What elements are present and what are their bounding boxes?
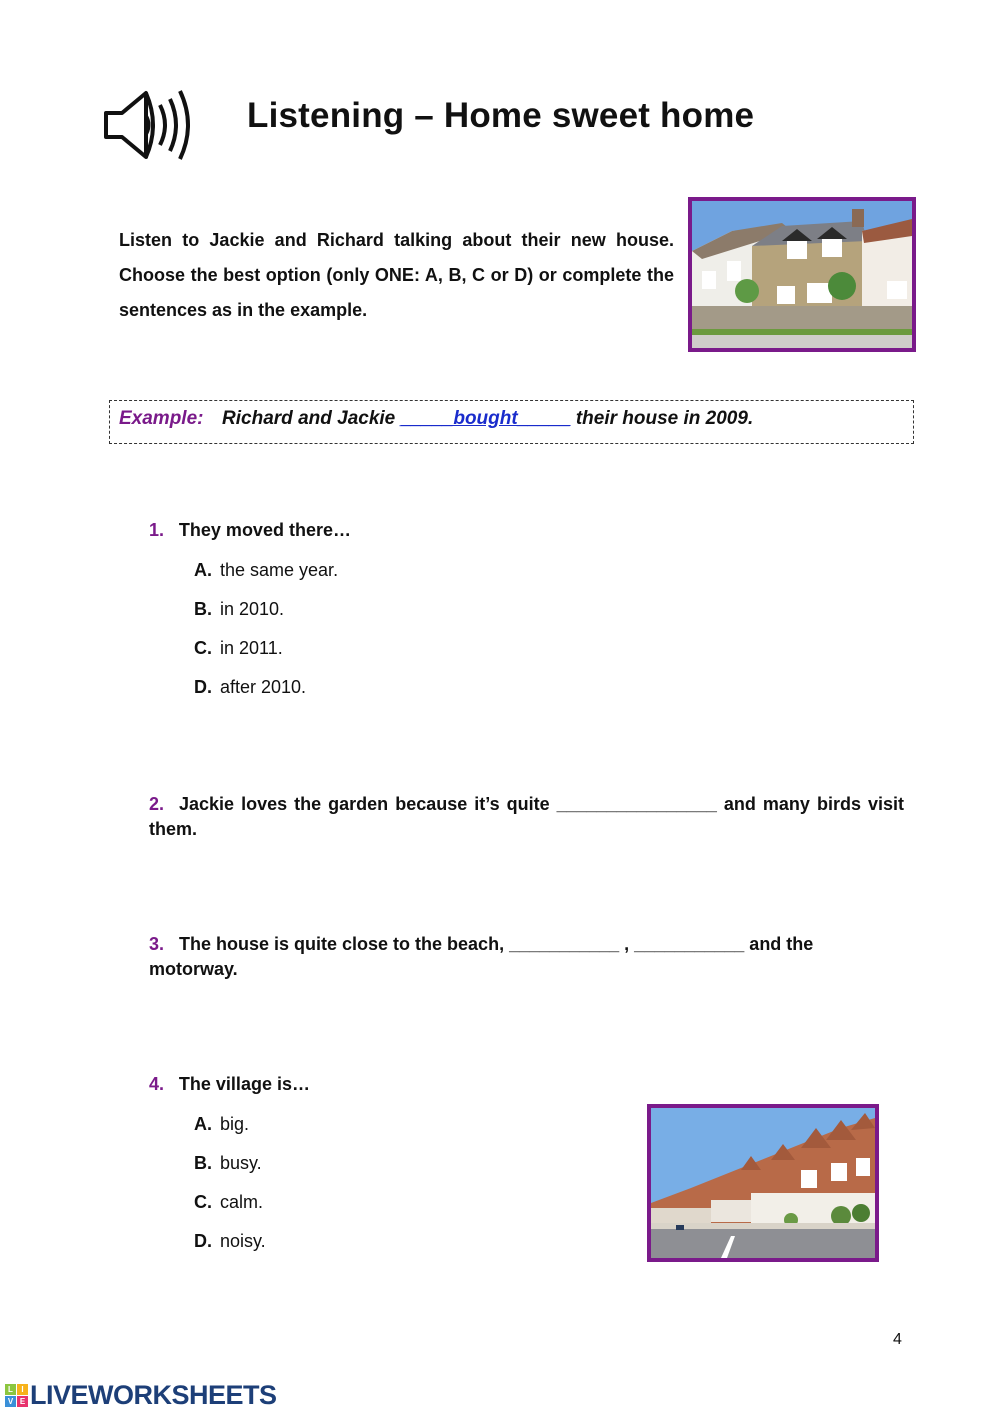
option-letter: D. bbox=[194, 1231, 212, 1251]
logo-text: LIVEWORKSHEETS bbox=[30, 1379, 277, 1410]
question-1: 1. They moved there… bbox=[149, 520, 351, 541]
option-letter: B. bbox=[194, 1153, 212, 1173]
question-3: 3. The house is quite close to the beach,… bbox=[149, 932, 904, 982]
question-number: 2. bbox=[149, 794, 165, 814]
option-letter: A. bbox=[194, 1114, 212, 1134]
speaker-icon[interactable] bbox=[100, 85, 196, 165]
example-text-before: Richard and Jackie bbox=[222, 408, 401, 429]
option-c[interactable]: C. in 2011. bbox=[194, 638, 283, 659]
option-text: in 2011. bbox=[220, 638, 283, 658]
logo-square: V bbox=[5, 1395, 16, 1407]
option-text: noisy. bbox=[220, 1231, 266, 1251]
option-letter: C. bbox=[194, 638, 212, 658]
example-label: Example: bbox=[119, 408, 204, 429]
option-c[interactable]: C. calm. bbox=[194, 1192, 263, 1213]
instructions-text: Listen to Jackie and Richard talking abo… bbox=[119, 230, 674, 320]
question-4: 4. The village is… bbox=[149, 1074, 310, 1095]
example-sentence: Example: Richard and Jackie _____bought_… bbox=[119, 408, 753, 430]
liveworksheets-logo[interactable]: L I V E LIVEWORKSHEETS bbox=[5, 1379, 277, 1410]
question-number: 4. bbox=[149, 1074, 165, 1094]
question-text[interactable]: Jackie loves the garden because it’s qui… bbox=[149, 794, 904, 839]
question-text[interactable]: The house is quite close to the beach, _… bbox=[149, 934, 813, 979]
option-text: busy. bbox=[220, 1153, 262, 1173]
question-number: 3. bbox=[149, 934, 165, 954]
option-d[interactable]: D. noisy. bbox=[194, 1231, 266, 1252]
logo-square: L bbox=[5, 1383, 16, 1395]
option-text: big. bbox=[220, 1114, 250, 1134]
question-2: 2. Jackie loves the garden because it’s q… bbox=[149, 792, 904, 842]
seaside-street-houses-photo bbox=[647, 1104, 879, 1262]
question-text: They moved there… bbox=[178, 520, 351, 540]
page-title: Listening – Home sweet home bbox=[247, 96, 755, 135]
option-b[interactable]: B. busy. bbox=[194, 1153, 262, 1174]
option-letter: B. bbox=[194, 599, 212, 619]
logo-squares-icon: L I V E bbox=[5, 1383, 28, 1407]
option-text: in 2010. bbox=[220, 599, 285, 619]
option-a[interactable]: A. the same year. bbox=[194, 560, 338, 581]
option-d[interactable]: D. after 2010. bbox=[194, 677, 306, 698]
logo-square: I bbox=[17, 1383, 28, 1395]
option-letter: C. bbox=[194, 1192, 212, 1212]
example-text-after: their house in 2009. bbox=[575, 408, 754, 429]
option-text: the same year. bbox=[220, 560, 339, 580]
option-letter: D. bbox=[194, 677, 212, 697]
logo-square: E bbox=[17, 1395, 28, 1407]
option-a[interactable]: A. big. bbox=[194, 1114, 249, 1135]
question-number: 1. bbox=[149, 520, 165, 540]
terraced-cottages-photo bbox=[688, 197, 916, 352]
option-letter: A. bbox=[194, 560, 212, 580]
option-text: calm. bbox=[220, 1192, 264, 1212]
example-answer: _____bought_____ bbox=[400, 408, 571, 429]
option-text: after 2010. bbox=[220, 677, 307, 697]
option-b[interactable]: B. in 2010. bbox=[194, 599, 284, 620]
page-number: 4 bbox=[893, 1331, 902, 1348]
question-text: The village is… bbox=[178, 1074, 310, 1094]
